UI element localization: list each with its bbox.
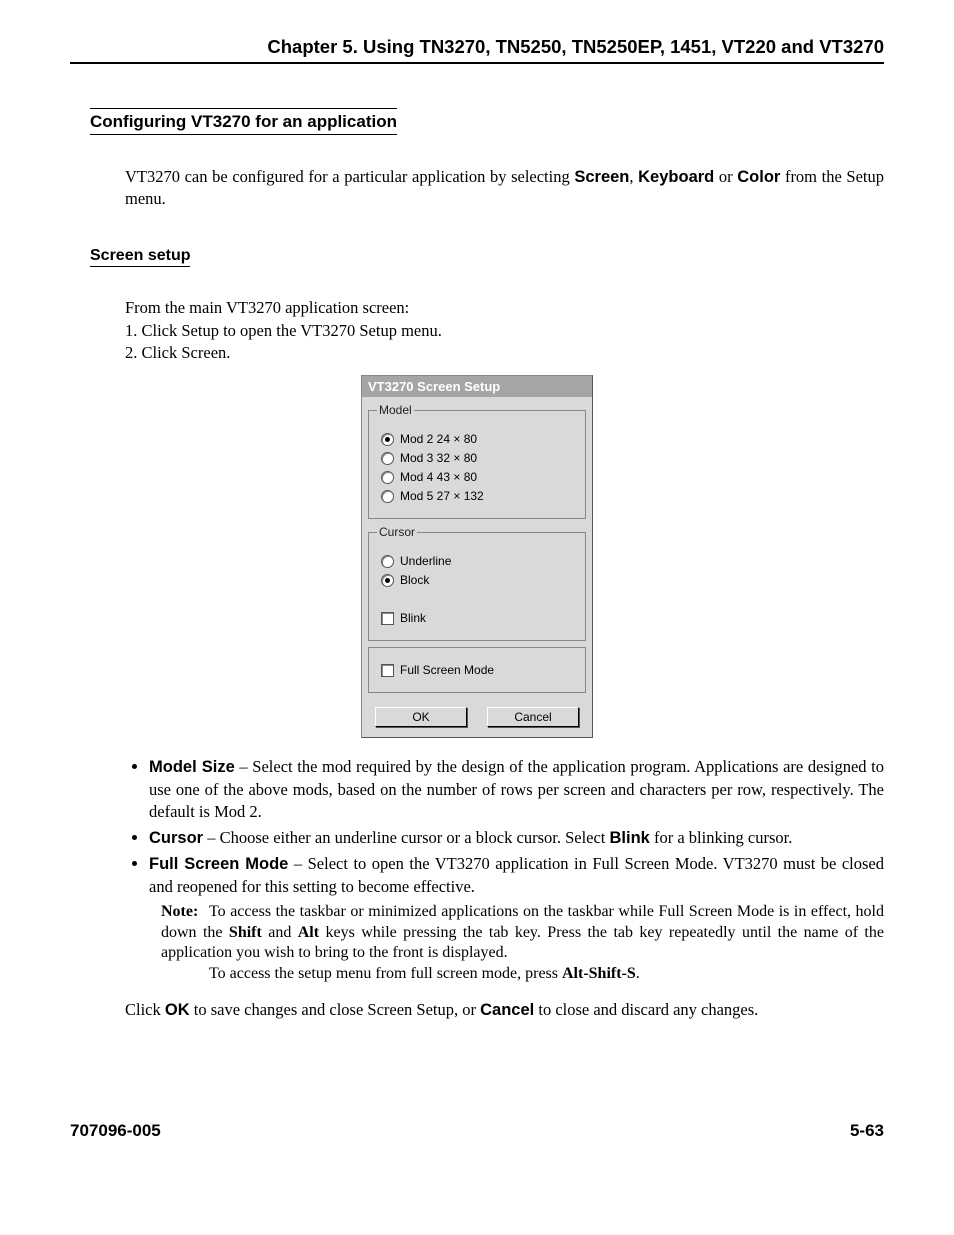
- radio-label: Block: [400, 573, 429, 587]
- description-list: Model Size – Select the mod required by …: [125, 756, 884, 985]
- cursor-option-block[interactable]: Block: [381, 573, 577, 587]
- note-line-2: To access the setup menu from full scree…: [161, 964, 884, 985]
- radio-label: Mod 4 43 × 80: [400, 470, 477, 484]
- full-screen-group: Full Screen Mode: [368, 647, 586, 693]
- radio-icon: [381, 490, 394, 503]
- cursor-legend: Cursor: [377, 525, 417, 539]
- page-footer: 707096-005 5-63: [70, 1121, 884, 1141]
- radio-icon: [381, 574, 394, 587]
- page-number: 5-63: [850, 1121, 884, 1141]
- radio-label: Mod 2 24 × 80: [400, 432, 477, 446]
- radio-icon: [381, 452, 394, 465]
- dialog-title-bar: VT3270 Screen Setup: [362, 376, 592, 397]
- blink-checkbox[interactable]: Blink: [381, 611, 577, 625]
- model-legend: Model: [377, 403, 414, 417]
- model-option-mod2[interactable]: Mod 2 24 × 80: [381, 432, 577, 446]
- full-screen-checkbox[interactable]: Full Screen Mode: [381, 663, 577, 677]
- checkbox-icon: [381, 612, 394, 625]
- note-block: Note:To access the taskbar or minimized …: [161, 902, 884, 985]
- cancel-button[interactable]: Cancel: [487, 707, 579, 727]
- cursor-option-underline[interactable]: Underline: [381, 554, 577, 568]
- cursor-group: Cursor Underline Block Blink: [368, 525, 586, 641]
- bullet-full-screen-mode: Full Screen Mode – Select to open the VT…: [149, 853, 884, 985]
- chapter-header: Chapter 5. Using TN3270, TN5250, TN5250E…: [70, 36, 884, 64]
- chapter-title: Chapter 5. Using TN3270, TN5250, TN5250E…: [267, 36, 884, 58]
- step-1: 1. Click Setup to open the VT3270 Setup …: [125, 321, 884, 341]
- radio-icon: [381, 433, 394, 446]
- bullet-model-size: Model Size – Select the mod required by …: [149, 756, 884, 822]
- section-screen-setup: Screen setup: [90, 247, 190, 267]
- doc-number: 707096-005: [70, 1121, 161, 1141]
- radio-icon: [381, 471, 394, 484]
- radio-label: Mod 5 27 × 132: [400, 489, 484, 503]
- steps-list: 1. Click Setup to open the VT3270 Setup …: [125, 321, 884, 363]
- model-option-mod3[interactable]: Mod 3 32 × 80: [381, 451, 577, 465]
- configuring-paragraph: VT3270 can be configured for a particula…: [125, 166, 884, 211]
- checkbox-icon: [381, 664, 394, 677]
- radio-label: Mod 3 32 × 80: [400, 451, 477, 465]
- bullet-cursor: Cursor – Choose either an underline curs…: [149, 827, 884, 850]
- closing-paragraph: Click OK to save changes and close Scree…: [125, 999, 884, 1021]
- section-configuring: Configuring VT3270 for an application: [90, 108, 397, 135]
- model-group: Model Mod 2 24 × 80 Mod 3 32 × 80 Mod 4 …: [368, 403, 586, 519]
- step-2: 2. Click Screen.: [125, 343, 884, 363]
- screen-setup-intro: From the main VT3270 application screen:: [125, 297, 884, 319]
- checkbox-label: Full Screen Mode: [400, 663, 494, 677]
- checkbox-label: Blink: [400, 611, 426, 625]
- dialog-buttons: OK Cancel: [362, 699, 592, 737]
- radio-label: Underline: [400, 554, 451, 568]
- model-option-mod5[interactable]: Mod 5 27 × 132: [381, 489, 577, 503]
- model-option-mod4[interactable]: Mod 4 43 × 80: [381, 470, 577, 484]
- ok-button[interactable]: OK: [375, 707, 467, 727]
- radio-icon: [381, 555, 394, 568]
- vt3270-screen-setup-dialog: VT3270 Screen Setup Model Mod 2 24 × 80 …: [361, 375, 593, 738]
